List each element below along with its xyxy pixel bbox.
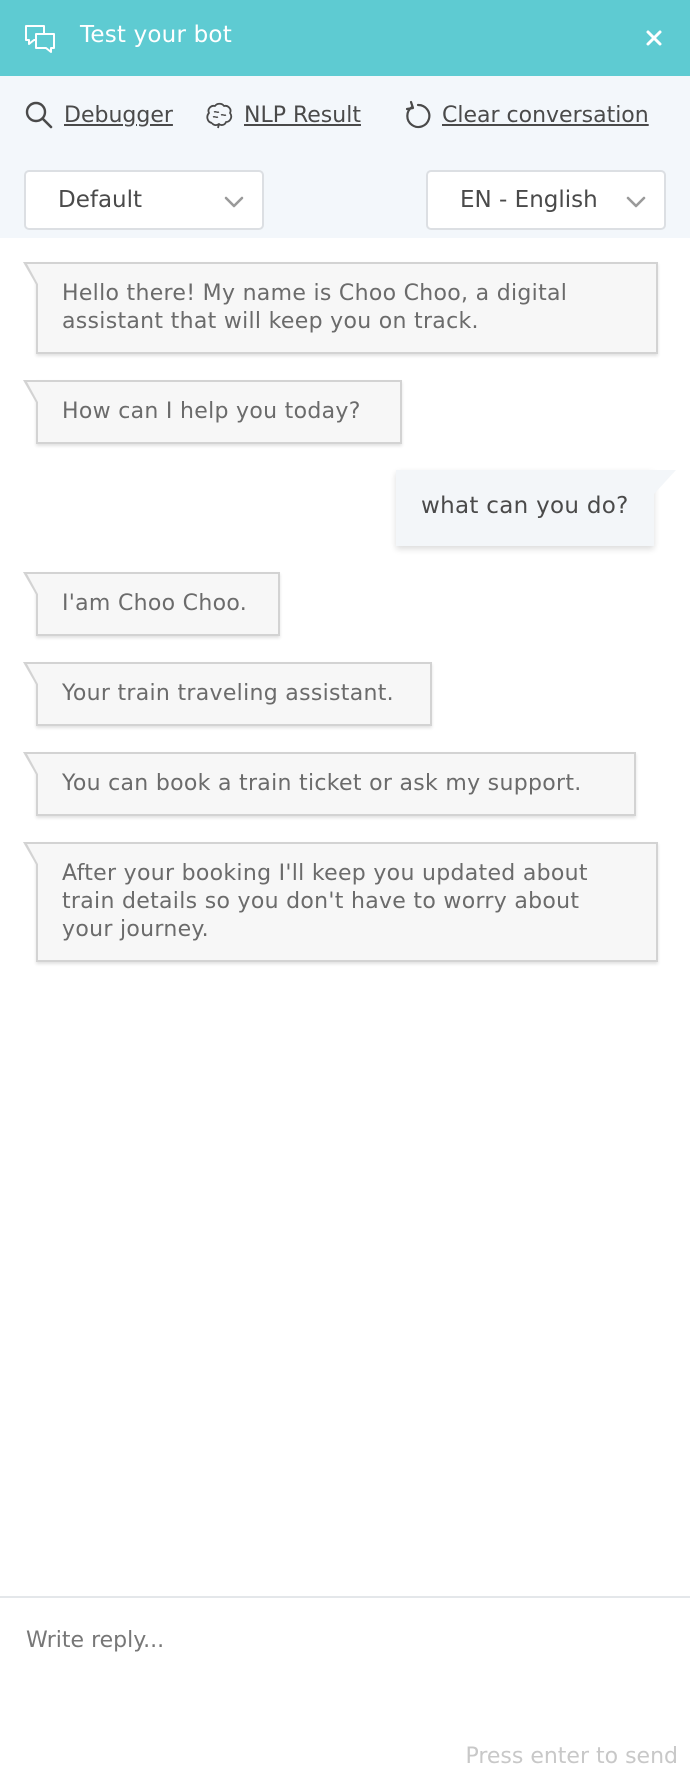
bot-message: How can I help you today?: [23, 380, 402, 444]
chevron-down-icon: [626, 196, 646, 208]
user-message: what can you do?: [396, 470, 676, 546]
clear-conversation-label: Clear conversation: [442, 102, 649, 128]
bot-message: Your train traveling assistant.: [23, 662, 432, 726]
debugger-link[interactable]: Debugger: [24, 98, 173, 132]
chat-bubbles-icon: [25, 25, 55, 53]
environment-select-value: Default: [58, 187, 143, 213]
refresh-icon: [405, 100, 431, 129]
nlp-result-label: NLP Result: [244, 102, 361, 128]
bot-message: I'am Choo Choo.: [23, 572, 280, 636]
chat-header: Test your bot: [0, 0, 690, 76]
reply-composer: Press enter to send: [0, 1596, 690, 1780]
bot-message: After your booking I'll keep you updated…: [23, 842, 658, 962]
close-icon[interactable]: [636, 20, 672, 56]
toolbar: Debugger NLP Result Clear conversation D…: [0, 76, 690, 238]
search-icon: [25, 101, 53, 129]
brain-icon: [206, 102, 233, 129]
bot-message: You can book a train ticket or ask my su…: [23, 752, 636, 816]
debugger-label: Debugger: [64, 102, 173, 128]
send-hint: Press enter to send: [465, 1744, 678, 1769]
nlp-result-link[interactable]: NLP Result: [204, 98, 361, 132]
reply-input[interactable]: [24, 1620, 664, 1660]
language-select-value: EN - English: [460, 187, 598, 213]
bot-message: Hello there! My name is Choo Choo, a dig…: [23, 262, 658, 354]
language-select[interactable]: EN - English: [426, 170, 666, 230]
header-title: Test your bot: [80, 22, 232, 48]
clear-conversation-link[interactable]: Clear conversation: [402, 98, 649, 132]
chevron-down-icon: [224, 196, 244, 208]
environment-select[interactable]: Default: [24, 170, 264, 230]
